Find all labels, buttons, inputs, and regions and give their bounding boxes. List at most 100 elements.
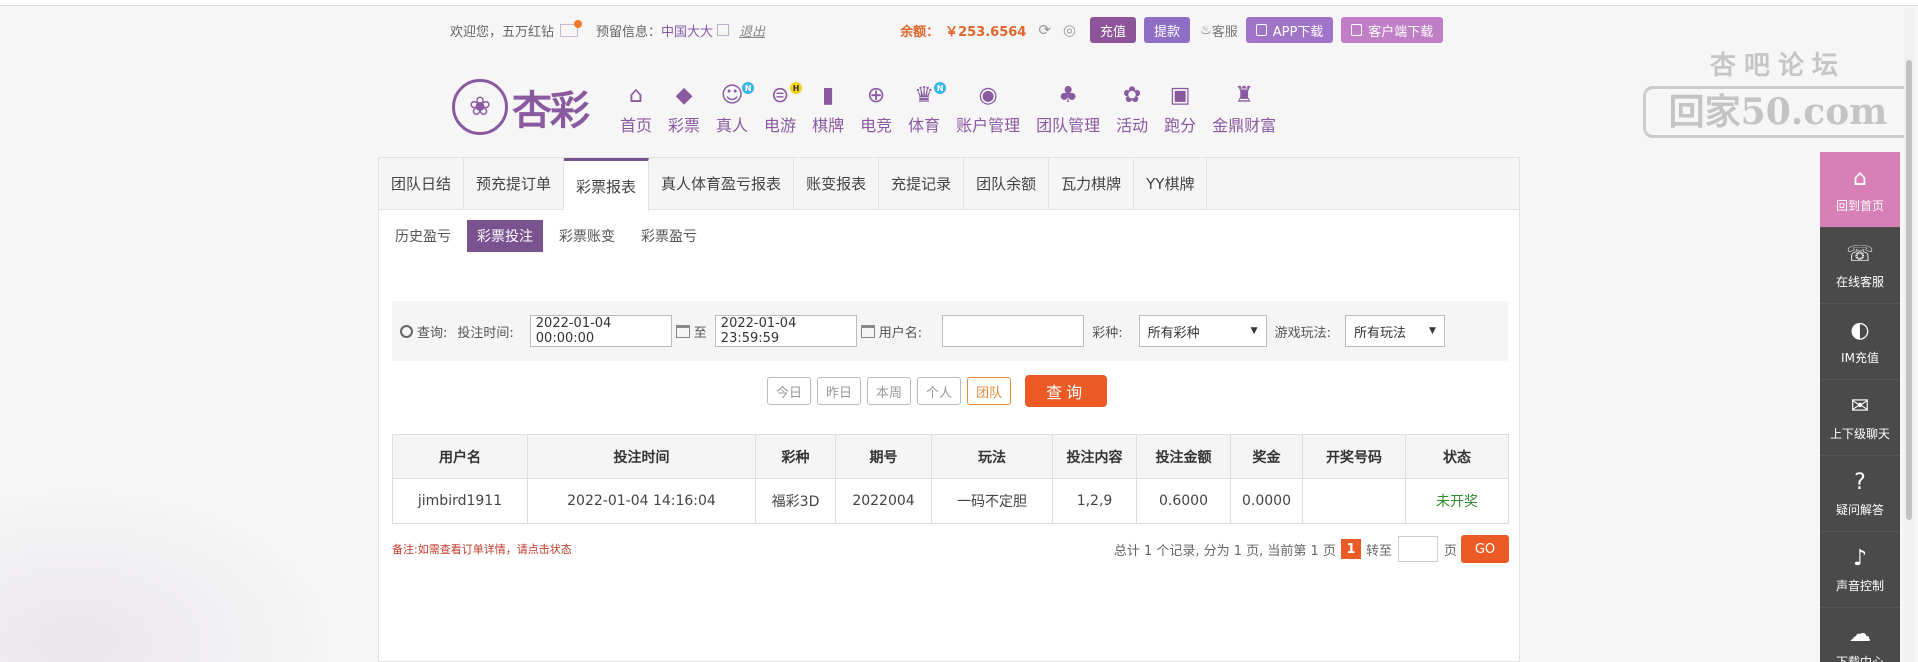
username-input[interactable] [942, 315, 1085, 347]
tab-team-daily[interactable]: 团队日结 [379, 158, 465, 209]
nav-item-sports[interactable]: N ♛ 体育 [900, 80, 948, 136]
table-row: jimbird1911 2022-01-04 14:16:04 福彩3D 202… [392, 478, 1509, 524]
logout-link[interactable]: 退出 [739, 21, 765, 40]
customer-service-link[interactable]: ♨ 客服 [1200, 21, 1238, 40]
nav-label: 账户管理 [956, 116, 1021, 135]
cell-bet-time: 2022-01-04 14:16:04 [527, 478, 756, 524]
nav-item-chess[interactable]: ▮ 棋牌 [804, 80, 852, 136]
account-icon: ◉ [978, 83, 998, 108]
watermark-bottom-text: 回家50.com [1643, 86, 1913, 138]
column-header: 用户名 [392, 434, 528, 479]
nav-item-score[interactable]: ▣ 跑分 [1156, 80, 1204, 136]
page-number-input[interactable] [1397, 536, 1438, 562]
tab-yy-chess[interactable]: YY棋牌 [1134, 158, 1208, 209]
site-logo[interactable]: ❀ 杏彩 [452, 78, 602, 136]
search-icon [400, 324, 413, 338]
tab-deposit-withdraw[interactable]: 充提记录 [879, 158, 965, 209]
app-download-button[interactable]: APP下载 [1245, 17, 1334, 43]
column-header: 状态 [1405, 434, 1509, 479]
home-icon: ⌂ [1853, 165, 1867, 191]
flame-icon: ♨ [1200, 22, 1212, 38]
main-nav: ⌂ 首页 ◆ 彩票 N ☺ 真人 H ⊜ 电游 ▮ 棋牌 ⊕ 电竞 N ♛ 体育 ◉ 账户管理 ♣ 团队… [612, 80, 1284, 136]
cell-content: 1,2,9 [1052, 478, 1137, 524]
nav-label: 首页 [620, 116, 653, 135]
personal-button[interactable]: 个人 [917, 377, 962, 405]
new-badge: N [742, 82, 755, 94]
refresh-icon[interactable]: ⟳ [1038, 21, 1051, 39]
subtab-lottery-changes[interactable]: 彩票账变 [549, 220, 625, 252]
nav-item-lottery[interactable]: ◆ 彩票 [660, 80, 708, 136]
quick-filter-bar: 今日 昨日 本周 个人 团队 查询 [767, 375, 1108, 407]
sidebar-item-label: 下载中心 [1835, 654, 1884, 662]
query-button[interactable]: 查询 [1025, 375, 1108, 407]
nav-item-home[interactable]: ⌂ 首页 [612, 80, 660, 136]
nav-item-activity[interactable]: ✿ 活动 [1108, 80, 1156, 136]
query-bar: 查询: 投注时间: 2022-01-04 00:00:00 至 2022-01-… [392, 301, 1508, 361]
scrollbar-thumb[interactable] [1906, 60, 1912, 520]
play-type-select[interactable]: 所有玩法 ▼ [1344, 315, 1445, 347]
go-button[interactable]: GO [1461, 535, 1509, 563]
subtab-lottery-pnl[interactable]: 彩票盈亏 [631, 220, 707, 252]
yesterday-button[interactable]: 昨日 [817, 377, 862, 405]
nav-item-team[interactable]: ♣ 团队管理 [1028, 80, 1108, 136]
username-label: 用户名: [878, 325, 923, 341]
subtab-lottery-bets[interactable]: 彩票投注 [467, 220, 543, 252]
subtab-history-pnl[interactable]: 历史盈亏 [385, 220, 461, 252]
pc-download-button[interactable]: 客户端下载 [1341, 17, 1444, 43]
withdraw-button[interactable]: 提款 [1144, 17, 1191, 43]
tab-wali-chess[interactable]: 瓦力棋牌 [1049, 158, 1135, 209]
start-time-input[interactable]: 2022-01-04 00:00:00 [529, 315, 672, 347]
end-time-input[interactable]: 2022-01-04 23:59:59 [714, 315, 857, 347]
cell-status-link[interactable]: 未开奖 [1405, 478, 1509, 524]
report-subtabs: 历史盈亏 彩票投注 彩票账变 彩票盈亏 [385, 220, 1519, 252]
column-header: 彩种 [755, 434, 836, 479]
tab-lottery-report[interactable]: 彩票报表 [564, 158, 650, 211]
top-info-bar: 欢迎您，五万红钻 预留信息： 中国大大 退出 余额： ￥253.6564 ⟳ ◎… [450, 14, 1460, 46]
tab-precharge-orders[interactable]: 预充提订单 [464, 158, 565, 209]
today-button[interactable]: 今日 [767, 377, 812, 405]
this-week-button[interactable]: 本周 [867, 377, 912, 405]
recharge-button[interactable]: 充值 [1090, 17, 1137, 43]
lottery-type-select[interactable]: 所有彩种 ▼ [1138, 315, 1267, 347]
sidebar-item-chat[interactable]: ✉ 上下级聊天 [1820, 380, 1900, 456]
bet-time-label: 投注时间: [457, 325, 514, 341]
balance-label: 余额： [900, 24, 940, 40]
pagination: 总计 1 个记录, 分为 1 页, 当前第 1 页 1 转至 页 GO [1114, 535, 1509, 563]
table-note: 备注:如需查看订单详情，请点击状态 [392, 543, 572, 556]
nav-label: 真人 [716, 116, 749, 135]
tab-live-sports-pnl[interactable]: 真人体育盈亏报表 [649, 158, 795, 209]
edit-icon[interactable] [717, 24, 730, 36]
nav-label: 活动 [1116, 116, 1149, 135]
bet-table: 用户名 投注时间 彩种 期号 玩法 投注内容 投注金额 奖金 开奖号码 状态 j… [392, 434, 1509, 524]
current-page-button[interactable]: 1 [1340, 539, 1361, 559]
cell-play: 一码不定胆 [931, 478, 1053, 524]
pc-download-label: 客户端下载 [1368, 24, 1434, 40]
tripod-icon: ♜ [1234, 83, 1255, 108]
nav-item-egame[interactable]: H ⊜ 电游 [756, 80, 804, 136]
nav-item-account[interactable]: ◉ 账户管理 [948, 80, 1028, 136]
nav-item-esports[interactable]: ⊕ 电竞 [852, 80, 900, 136]
nav-item-wealth[interactable]: ♜ 金鼎财富 [1204, 80, 1284, 136]
sidebar-item-home[interactable]: ⌂ 回到首页 [1820, 152, 1900, 228]
new-badge: N [934, 82, 947, 94]
reserved-info-label: 预留信息： [596, 24, 662, 40]
cell-draw-number [1302, 478, 1406, 524]
calendar-icon[interactable] [675, 324, 690, 338]
tab-team-balance[interactable]: 团队余额 [964, 158, 1050, 209]
nav-item-live[interactable]: N ☺ 真人 [708, 80, 756, 136]
hide-balance-icon[interactable]: ◎ [1063, 21, 1076, 39]
nav-label: 跑分 [1164, 116, 1197, 135]
pagination-summary: 总计 1 个记录, 分为 1 页, 当前第 1 页 [1113, 543, 1336, 559]
sidebar-item-download[interactable]: ☁ 下载中心 [1820, 608, 1900, 662]
sidebar-item-sound[interactable]: ♪ 声音控制 [1820, 532, 1900, 608]
sidebar-item-im-recharge[interactable]: ◐ IM充值 [1820, 304, 1900, 380]
team-button[interactable]: 团队 [967, 377, 1012, 405]
tab-account-changes[interactable]: 账变报表 [794, 158, 880, 209]
question-icon: ? [1854, 469, 1866, 495]
calendar-icon[interactable] [860, 324, 875, 338]
nav-label: 彩票 [668, 116, 701, 135]
sidebar-item-faq[interactable]: ? 疑问解答 [1820, 456, 1900, 532]
mail-icon[interactable] [560, 19, 583, 37]
sidebar-item-online-service[interactable]: ☏ 在线客服 [1820, 228, 1900, 304]
page-unit-label: 页 [1443, 543, 1457, 559]
